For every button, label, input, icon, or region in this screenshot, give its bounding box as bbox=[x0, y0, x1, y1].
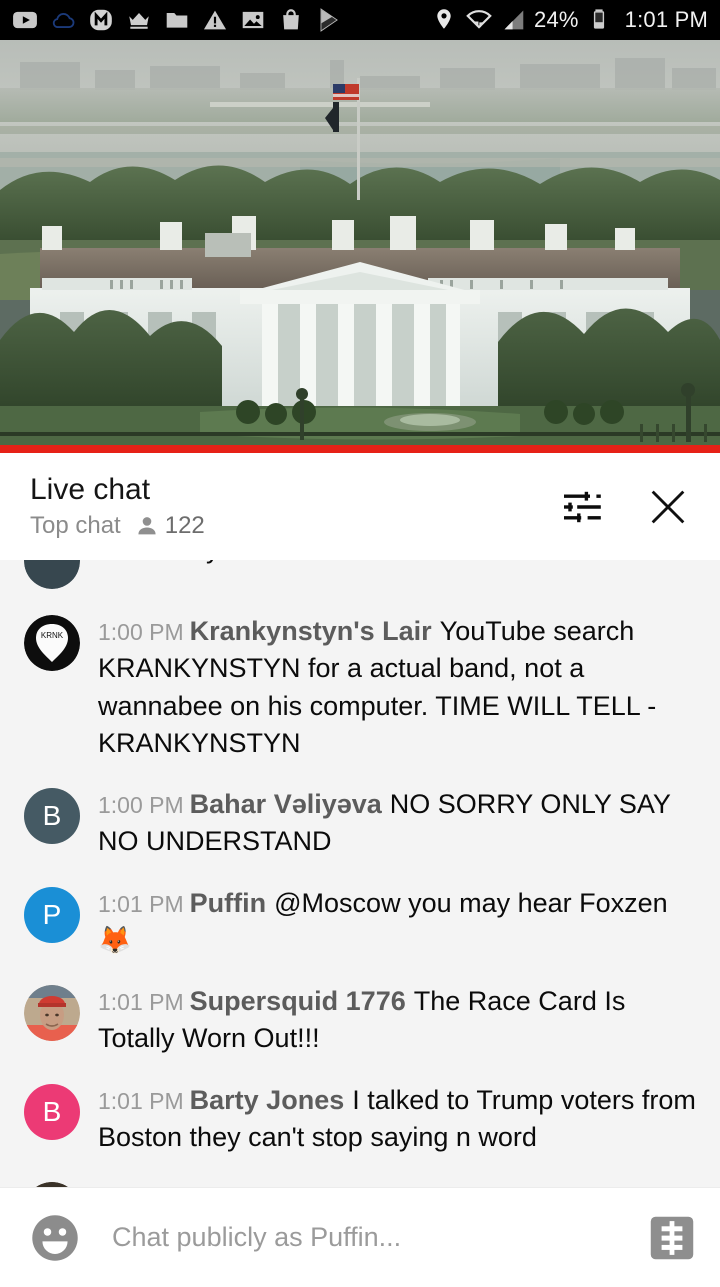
chat-message-list-inner: Terminally RACIST !!KRNK1:00 PMKrankynst… bbox=[0, 560, 720, 1187]
chat-message-author[interactable]: kaos 42o bbox=[190, 1183, 306, 1187]
chat-message-text: I just find it funny bbox=[313, 1183, 516, 1187]
viewer-count-group: 122 bbox=[135, 512, 205, 540]
video-progress-bar[interactable] bbox=[0, 445, 720, 453]
crown-icon bbox=[126, 7, 152, 33]
avatar[interactable] bbox=[24, 1182, 80, 1187]
chat-message-timestamp: 1:01 PM bbox=[98, 1087, 184, 1114]
page-title: Live chat bbox=[30, 472, 151, 506]
wifi-icon bbox=[466, 7, 492, 33]
close-icon bbox=[651, 490, 685, 523]
chat-message-body: Terminally RACIST !! bbox=[98, 560, 348, 568]
chat-message-body: 1:01 PM Puffin @Moscow you may hear Foxzen… bbox=[98, 883, 696, 960]
avatar[interactable] bbox=[24, 985, 80, 1041]
chat-message[interactable]: 1:01 PM Supersquid 1776 The Race Card Is T… bbox=[0, 970, 720, 1069]
chat-message-body: 1:00 PM Krankynstyn's Lair YouTube search … bbox=[98, 611, 696, 762]
live-chat-header: Live chat Top chat 122 bbox=[0, 453, 720, 560]
chat-filter-button[interactable] bbox=[552, 477, 612, 537]
play-store-icon bbox=[316, 7, 342, 33]
chat-message-timestamp: 1:00 PM bbox=[98, 619, 184, 645]
cloud-icon bbox=[50, 7, 76, 33]
chat-message-body: 1:01 PM Supersquid 1776 The Race Card Is T… bbox=[98, 981, 696, 1058]
chat-header-subrow: Top chat 122 bbox=[30, 512, 552, 540]
chat-message-body: 1:00 PM Bahar Vəliyəva NO SORRY ONLY SAY N… bbox=[98, 784, 696, 861]
video-frame bbox=[0, 40, 720, 445]
chat-message-author[interactable]: Puffin bbox=[190, 888, 266, 918]
status-bar-clock: 1:01 PM bbox=[624, 7, 708, 32]
chat-message[interactable]: 1:01 PM kaos 42o I just find it funny bbox=[0, 1167, 720, 1187]
chat-message-author[interactable]: Barty Jones bbox=[190, 1085, 345, 1115]
video-progress-fill bbox=[0, 445, 720, 453]
bag-icon bbox=[278, 7, 304, 33]
emoji-button[interactable] bbox=[26, 1209, 84, 1267]
chat-input[interactable] bbox=[84, 1222, 646, 1253]
cell-signal-icon bbox=[500, 7, 526, 33]
chat-message-text: Terminally RACIST !! bbox=[98, 560, 348, 564]
m-badge-icon bbox=[88, 7, 114, 33]
chat-message-text: I talked to Trump voters from Boston the… bbox=[98, 1084, 696, 1152]
chat-message-timestamp: 1:01 PM bbox=[98, 989, 184, 1015]
chat-message[interactable]: P 1:01 PM Puffin @Moscow you may hear Foxze… bbox=[0, 872, 720, 971]
super-chat-button[interactable] bbox=[646, 1212, 698, 1264]
super-chat-dollar-icon bbox=[650, 1216, 694, 1259]
avatar[interactable]: P bbox=[24, 886, 80, 943]
chat-message-author[interactable]: Supersquid 1776 bbox=[190, 986, 406, 1016]
status-bar: 24% 1:01 PM bbox=[0, 0, 720, 40]
avatar[interactable]: KRNK bbox=[24, 615, 80, 671]
emoji-smiley-icon bbox=[32, 1214, 78, 1261]
avatar[interactable]: B bbox=[24, 1083, 80, 1140]
chat-message[interactable]: KRNK 1:00 PM Krankynstyn's Lair YouTube sea… bbox=[0, 600, 720, 773]
battery-percent-label: 24% bbox=[534, 7, 579, 32]
warning-triangle-icon bbox=[202, 7, 228, 33]
viewer-count: 122 bbox=[164, 512, 205, 540]
chat-message[interactable]: Terminally RACIST !! bbox=[0, 560, 720, 600]
chat-composer bbox=[0, 1187, 720, 1287]
battery-icon bbox=[587, 7, 613, 33]
avatar[interactable]: B bbox=[24, 788, 80, 844]
chat-message-timestamp: 1:01 PM bbox=[98, 890, 184, 917]
folder-icon bbox=[164, 7, 190, 33]
chat-close-button[interactable] bbox=[638, 477, 698, 537]
chat-message-list[interactable]: Terminally RACIST !!KRNK1:00 PMKrankynst… bbox=[0, 560, 720, 1187]
chat-message-author[interactable]: Krankynstyn's Lair bbox=[190, 616, 432, 646]
chat-mode-label[interactable]: Top chat bbox=[30, 512, 121, 540]
chat-header-text: Live chat Top chat 122 bbox=[30, 473, 552, 541]
chat-message-body: 1:01 PM kaos 42o I just find it funny bbox=[98, 1178, 516, 1187]
chat-message[interactable]: B 1:01 PM Barty Jones I talked to Trump vot… bbox=[0, 1069, 720, 1168]
photo-icon bbox=[240, 7, 266, 33]
status-bar-system-icons: 24% 1:01 PM bbox=[432, 7, 708, 33]
youtube-icon bbox=[12, 7, 38, 33]
chat-message[interactable]: B 1:00 PM Bahar Vəliyəva NO SORRY ONLY SAY … bbox=[0, 773, 720, 872]
live-video-player[interactable] bbox=[0, 40, 720, 445]
chat-message-timestamp: 1:00 PM bbox=[98, 792, 184, 818]
chat-message-timestamp: 1:01 PM bbox=[98, 1186, 184, 1187]
tune-filter-icon bbox=[564, 491, 601, 522]
location-pin-icon bbox=[432, 7, 458, 33]
chat-message-author[interactable]: Bahar Vəliyəva bbox=[190, 789, 382, 819]
person-icon bbox=[138, 517, 156, 535]
chat-message-body: 1:01 PM Barty Jones I talked to Trump vote… bbox=[98, 1080, 696, 1157]
avatar[interactable] bbox=[24, 560, 80, 589]
svg-text:KRNK: KRNK bbox=[41, 631, 64, 640]
status-bar-notification-icons bbox=[12, 7, 432, 33]
